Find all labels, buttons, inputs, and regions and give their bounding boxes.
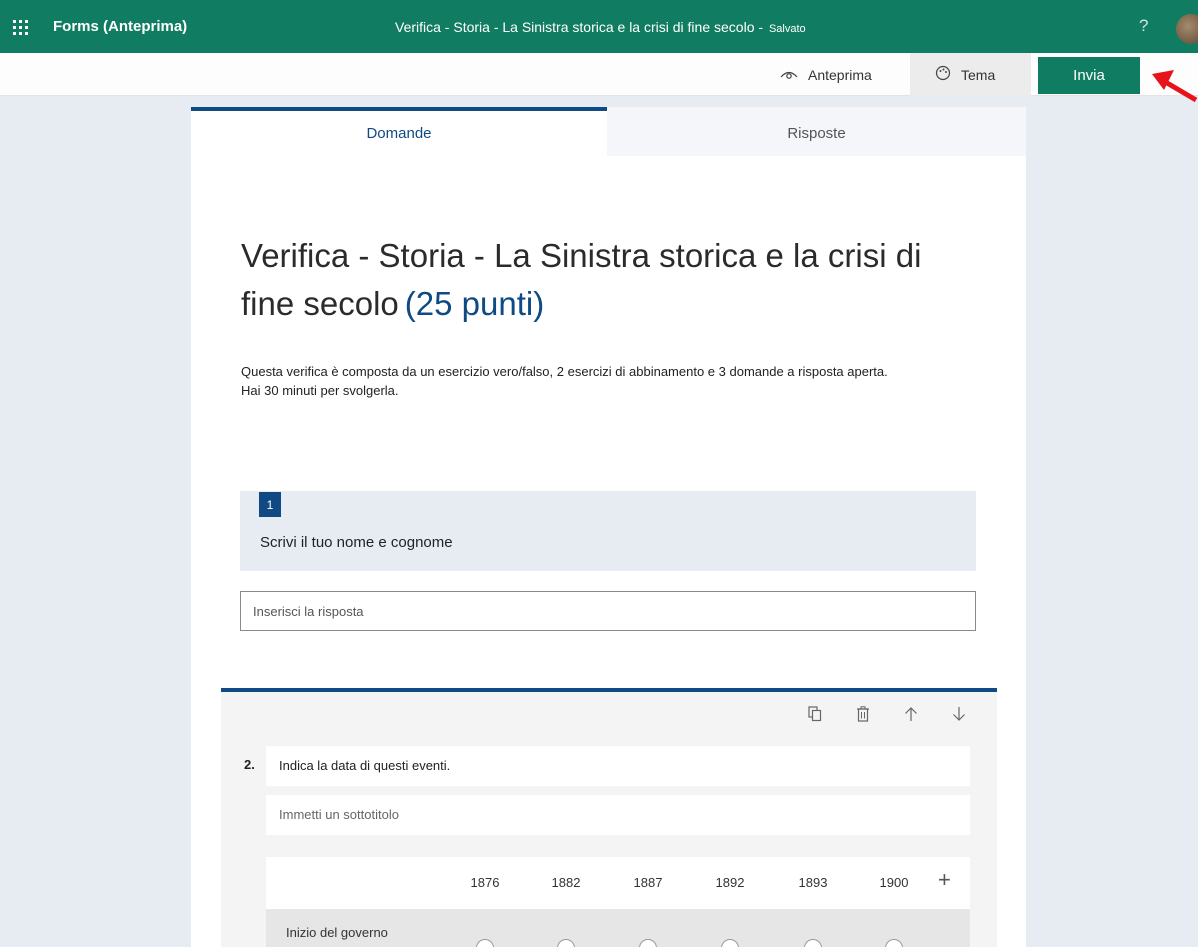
tab-responses[interactable]: Risposte <box>607 107 1026 156</box>
subtitle-input[interactable]: Immetti un sottotitolo <box>266 795 970 835</box>
question-1-number: 1 <box>259 492 281 517</box>
form-title-text: Verifica - Storia - La Sinistra storica … <box>241 237 922 322</box>
trash-icon[interactable] <box>853 704 873 724</box>
question-1-header[interactable]: 1 Scrivi il tuo nome e cognome <box>240 491 976 571</box>
form-title[interactable]: Verifica - Storia - La Sinistra storica … <box>241 232 981 328</box>
help-icon[interactable]: ? <box>1139 16 1148 36</box>
form-description-line: Hai 30 minuti per svolgerla. <box>241 383 399 398</box>
top-bar: Forms (Anteprima) Verifica - Storia - La… <box>0 0 1198 53</box>
column-label[interactable]: 1900 <box>874 875 914 890</box>
copy-icon[interactable] <box>805 704 825 724</box>
title-separator: - <box>758 19 764 35</box>
send-button[interactable]: Invia <box>1038 57 1140 94</box>
column-label[interactable]: 1892 <box>710 875 750 890</box>
eye-icon <box>780 67 798 83</box>
radio-button[interactable] <box>804 939 822 947</box>
saved-status: Salvato <box>768 23 806 35</box>
add-column-icon[interactable]: + <box>938 867 951 893</box>
arrow-down-icon[interactable] <box>949 704 969 724</box>
column-label[interactable]: 1876 <box>465 875 505 890</box>
column-label[interactable]: 1887 <box>628 875 668 890</box>
preview-button[interactable]: Anteprima <box>770 53 900 96</box>
theme-label: Tema <box>961 66 996 83</box>
avatar[interactable] <box>1176 14 1198 44</box>
app-name[interactable]: Forms (Anteprima) <box>53 18 187 35</box>
radio-button[interactable] <box>476 939 494 947</box>
answer-input[interactable]: Inserisci la risposta <box>240 591 976 631</box>
tab-bar: Domande Risposte <box>191 107 1026 156</box>
column-label[interactable]: 1893 <box>793 875 833 890</box>
radio-button[interactable] <box>639 939 657 947</box>
likert-column-header: 1876 1882 1887 1892 1893 1900 + <box>266 857 970 909</box>
command-bar: Anteprima Tema Invia <box>0 53 1198 96</box>
likert-row: Inizio del governo <box>266 909 970 947</box>
palette-icon <box>935 65 951 84</box>
preview-label: Anteprima <box>808 66 872 83</box>
radio-button[interactable] <box>557 939 575 947</box>
app-launcher-icon[interactable] <box>10 17 30 37</box>
form-description[interactable]: Questa verifica è composta da un eserciz… <box>241 362 981 400</box>
question-2-number: 2. <box>244 757 255 772</box>
form-description-line: Questa verifica è composta da un eserciz… <box>241 364 888 379</box>
document-title: Verifica - Storia - La Sinistra storica … <box>395 19 806 35</box>
column-label[interactable]: 1882 <box>546 875 586 890</box>
document-title-text: Verifica - Storia - La Sinistra storica … <box>395 19 755 35</box>
question-2-editor[interactable]: 2. Indica la data di questi eventi. Imme… <box>221 688 997 947</box>
question-2-text-input[interactable]: Indica la data di questi eventi. <box>266 746 970 786</box>
row-label[interactable]: Inizio del governo <box>286 925 388 940</box>
question-1-text: Scrivi il tuo nome e cognome <box>260 534 453 551</box>
form-points: (25 punti) <box>404 285 545 322</box>
question-toolbar <box>805 704 969 724</box>
red-arrow-annotation <box>1152 70 1198 103</box>
theme-button[interactable]: Tema <box>910 53 1031 96</box>
form-card: Verifica - Storia - La Sinistra storica … <box>191 156 1026 947</box>
arrow-up-icon[interactable] <box>901 704 921 724</box>
tab-questions[interactable]: Domande <box>191 107 607 156</box>
radio-button[interactable] <box>885 939 903 947</box>
radio-button[interactable] <box>721 939 739 947</box>
